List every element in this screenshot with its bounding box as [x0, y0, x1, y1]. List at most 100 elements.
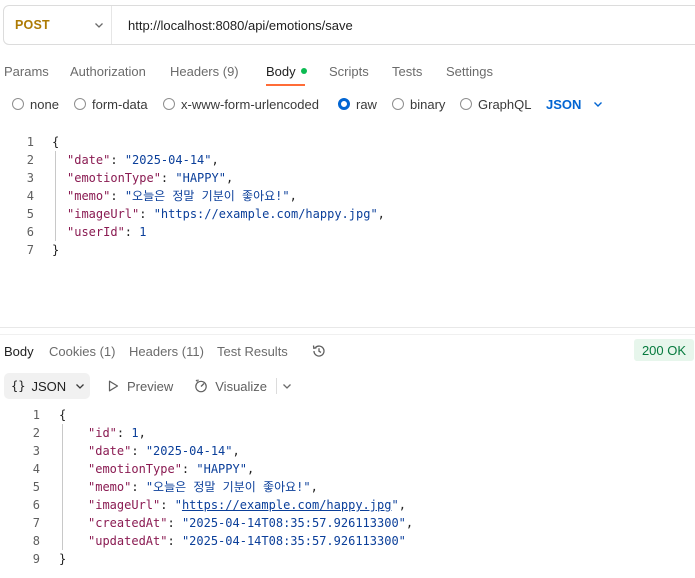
line-number: 1	[26, 135, 34, 149]
tab-scripts[interactable]: Scripts	[329, 56, 392, 86]
url-input[interactable]: http://localhost:8080/api/emotions/save	[112, 18, 353, 33]
tab-label: Body	[266, 63, 296, 79]
tab-tests[interactable]: Tests	[392, 56, 446, 86]
body-type-graphql[interactable]: GraphQL	[460, 97, 546, 112]
body-type-options: none form-data x-www-form-urlencoded raw…	[0, 93, 603, 115]
tab-authorization[interactable]: Authorization	[70, 56, 170, 86]
tab-label: Headers (9)	[170, 63, 239, 79]
visualize-label: Visualize	[215, 378, 268, 394]
tab-headers[interactable]: Headers (9)	[170, 56, 266, 86]
response-tabs: Body Cookies (1) Headers (11) Test Resul…	[0, 338, 327, 364]
line-number: 1	[32, 408, 40, 422]
history-icon[interactable]	[311, 338, 327, 364]
line-number: 7	[32, 516, 40, 530]
radio-icon	[460, 98, 472, 110]
code-line: "memo": "오늘은 정말 기분이 좋아요!",	[67, 189, 297, 203]
tab-label: Headers (11)	[129, 343, 204, 359]
code-line: "imageUrl": "https://example.com/happy.j…	[88, 498, 406, 512]
line-number: 6	[26, 225, 34, 239]
response-tab-headers[interactable]: Headers (11)	[129, 338, 217, 364]
preview-play-icon	[108, 380, 119, 392]
request-tabs: Params Authorization Headers (9) Body Sc…	[0, 56, 516, 86]
active-tab-underline	[266, 84, 305, 86]
image-url-link[interactable]: https://example.com/happy.jpg	[182, 498, 392, 512]
line-number: 6	[32, 498, 40, 512]
response-tab-test-results[interactable]: Test Results	[217, 338, 311, 364]
line-number: 9	[32, 552, 40, 566]
pane-divider-shadow	[0, 334, 695, 335]
chevron-down-icon	[593, 99, 603, 109]
body-type-form-data[interactable]: form-data	[74, 97, 163, 112]
code-line: "imageUrl": "https://example.com/happy.j…	[67, 207, 385, 221]
radio-label: none	[30, 96, 59, 112]
tab-label: Body	[4, 343, 34, 359]
body-type-urlencoded[interactable]: x-www-form-urlencoded	[163, 97, 338, 112]
chevron-down-icon	[94, 20, 104, 30]
code-line: {	[59, 408, 67, 422]
visualize-icon	[193, 378, 209, 394]
radio-label: form-data	[92, 96, 148, 112]
tab-label: Tests	[392, 63, 423, 79]
body-type-raw[interactable]: raw	[338, 97, 392, 112]
method-select[interactable]: POST	[4, 6, 112, 44]
tab-params[interactable]: Params	[4, 56, 70, 86]
tab-label: Scripts	[329, 63, 369, 79]
line-number: 8	[32, 534, 40, 548]
language-label: JSON	[546, 96, 582, 112]
status-badge: 200 OK	[634, 339, 694, 361]
preview-label: Preview	[127, 378, 174, 394]
line-number: 5	[32, 480, 40, 494]
response-tab-body[interactable]: Body	[4, 338, 49, 364]
code-line: "emotionType": "HAPPY",	[88, 462, 255, 476]
radio-checked-icon	[338, 98, 350, 110]
braces-icon: {}	[11, 379, 26, 393]
chevron-down-icon[interactable]	[282, 381, 292, 391]
body-type-binary[interactable]: binary	[392, 97, 460, 112]
format-label: JSON	[31, 378, 67, 394]
line-number: 4	[26, 189, 34, 203]
code-line: "memo": "오늘은 정말 기분이 좋아요!",	[88, 480, 318, 494]
line-number: 4	[32, 462, 40, 476]
code-line: {	[52, 135, 60, 149]
radio-icon	[163, 98, 175, 110]
preview-button[interactable]: Preview	[108, 379, 173, 394]
indent-guide	[62, 424, 63, 550]
code-line: "date": "2025-04-14",	[67, 153, 219, 167]
radio-icon	[74, 98, 86, 110]
tab-label: Test Results	[217, 343, 288, 359]
body-modified-dot-icon	[300, 68, 307, 74]
response-toolbar: {} JSON Preview Visualize	[0, 372, 292, 400]
method-label: POST	[15, 18, 50, 32]
tab-body[interactable]: Body	[266, 56, 329, 86]
code-line: }	[52, 243, 60, 257]
code-line: "date": "2025-04-14",	[88, 444, 240, 458]
code-line: "emotionType": "HAPPY",	[67, 171, 234, 185]
visualize-button[interactable]: Visualize	[193, 378, 267, 394]
code-line: "updatedAt": "2025-04-14T08:35:57.926113…	[88, 534, 406, 548]
body-type-none[interactable]: none	[12, 97, 74, 112]
radio-label: binary	[410, 96, 446, 112]
radio-icon	[12, 98, 24, 110]
toolbar-separator	[276, 378, 278, 394]
tab-label: Authorization	[70, 63, 146, 79]
line-number: 2	[26, 153, 34, 167]
line-number: 2	[32, 426, 40, 440]
line-number: 3	[32, 444, 40, 458]
radio-icon	[392, 98, 404, 110]
request-url-bar: POST http://localhost:8080/api/emotions/…	[3, 5, 695, 45]
radio-label: GraphQL	[478, 96, 532, 112]
indent-guide	[55, 151, 56, 241]
line-number: 7	[26, 243, 34, 257]
pane-divider[interactable]	[0, 327, 695, 328]
chevron-down-icon	[75, 381, 85, 391]
tab-settings[interactable]: Settings	[446, 56, 516, 86]
code-line: "userId": 1	[67, 225, 147, 239]
radio-label: raw	[356, 96, 377, 112]
response-tab-cookies[interactable]: Cookies (1)	[49, 338, 129, 364]
line-number: 5	[26, 207, 34, 221]
radio-label: x-www-form-urlencoded	[181, 96, 319, 112]
tab-label: Params	[4, 63, 49, 79]
response-format-select[interactable]: {} JSON	[4, 373, 90, 399]
code-line: "id": 1,	[88, 426, 146, 440]
body-language-select[interactable]: JSON	[546, 97, 603, 112]
